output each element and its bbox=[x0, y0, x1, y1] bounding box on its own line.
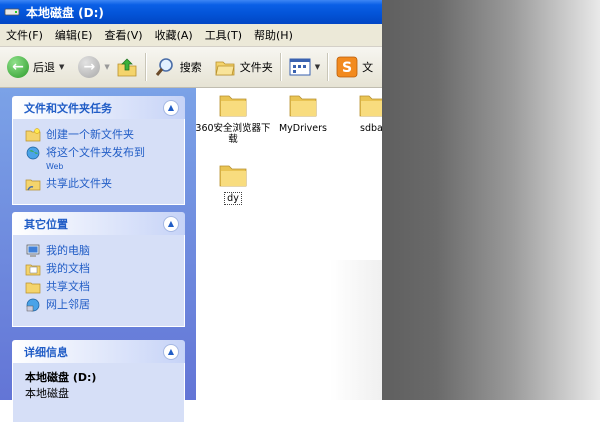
toolbar-separator bbox=[279, 53, 282, 81]
search-icon bbox=[155, 58, 173, 76]
task-sublabel: Web bbox=[46, 162, 64, 171]
folder-icon bbox=[219, 95, 247, 117]
menu-view[interactable]: 查看(V) bbox=[98, 27, 148, 43]
details-panel: 详细信息 ▲ 本地磁盘 (D:) 本地磁盘 bbox=[12, 340, 185, 423]
share-folder-icon bbox=[25, 179, 41, 191]
place-label: 共享文档 bbox=[46, 280, 90, 293]
menu-tools[interactable]: 工具(T) bbox=[199, 27, 248, 43]
other-places-body: 我的电脑 我的文档 共享文档 网上邻居 bbox=[12, 235, 185, 327]
place-network-places[interactable]: 网上邻居 bbox=[25, 298, 176, 312]
folder-item[interactable]: MyDrivers bbox=[263, 92, 343, 134]
toolbar: ← 后退 ▼ → ▼ 搜索 文件夹 ▼ S 文 bbox=[0, 47, 382, 88]
publish-web-icon bbox=[26, 146, 40, 160]
place-my-computer[interactable]: 我的电脑 bbox=[25, 244, 176, 258]
folders-icon bbox=[215, 61, 235, 76]
folder-item[interactable]: sdba bbox=[338, 92, 382, 134]
place-label: 我的文档 bbox=[46, 262, 90, 275]
place-my-documents[interactable]: 我的文档 bbox=[25, 262, 176, 276]
app-s-icon: S bbox=[336, 56, 358, 78]
task-new-folder[interactable]: 创建一个新文件夹 bbox=[25, 128, 176, 142]
shared-documents-icon bbox=[25, 282, 41, 294]
folder-icon bbox=[219, 165, 247, 187]
other-places-panel: 其它位置 ▲ 我的电脑 我的文档 共享文档 网上邻居 bbox=[12, 212, 185, 327]
menu-favorites[interactable]: 收藏(A) bbox=[149, 27, 199, 43]
details-title: 详细信息 bbox=[24, 345, 68, 359]
search-label: 搜索 bbox=[179, 61, 202, 74]
dropdown-arrow-icon: ▼ bbox=[104, 63, 110, 71]
folder-name: dy bbox=[224, 192, 242, 205]
toolbar-separator bbox=[144, 53, 147, 81]
task-label: 共享此文件夹 bbox=[46, 177, 112, 190]
network-places-icon bbox=[26, 298, 40, 312]
folder-up-icon bbox=[117, 58, 137, 77]
collapse-chevron-icon[interactable]: ▲ bbox=[163, 215, 179, 232]
file-tasks-title: 文件和文件夹任务 bbox=[24, 101, 112, 115]
menu-help[interactable]: 帮助(H) bbox=[248, 27, 299, 43]
place-label: 我的电脑 bbox=[46, 244, 90, 257]
forward-button[interactable]: → ▼ bbox=[75, 50, 112, 84]
edge-fade bbox=[330, 260, 382, 400]
task-label: 将这个文件夹发布到 bbox=[46, 146, 145, 159]
menu-file[interactable]: 文件(F) bbox=[0, 27, 49, 43]
collapse-chevron-icon[interactable]: ▲ bbox=[163, 343, 179, 360]
place-label: 网上邻居 bbox=[46, 298, 90, 311]
task-publish-web[interactable]: 将这个文件夹发布到 Web bbox=[25, 146, 176, 173]
my-computer-icon bbox=[26, 244, 40, 257]
other-places-header[interactable]: 其它位置 ▲ bbox=[12, 212, 185, 235]
collapse-chevron-icon[interactable]: ▲ bbox=[163, 99, 179, 116]
partial-toolbar-button[interactable]: S 文 bbox=[333, 50, 376, 84]
folders-button[interactable]: 文件夹 bbox=[211, 50, 276, 84]
folder-icon bbox=[289, 95, 317, 117]
drive-icon bbox=[4, 8, 20, 16]
up-button[interactable] bbox=[113, 50, 141, 84]
task-pane: 文件和文件夹任务 ▲ 创建一个新文件夹 将这个文件夹发布到 Web 共享此文件夹… bbox=[0, 88, 196, 423]
file-tasks-body: 创建一个新文件夹 将这个文件夹发布到 Web 共享此文件夹 bbox=[12, 119, 185, 205]
task-label-wrap: 将这个文件夹发布到 Web bbox=[46, 146, 145, 173]
folders-label: 文件夹 bbox=[239, 61, 273, 74]
forward-arrow-icon: → bbox=[78, 56, 101, 78]
details-body: 本地磁盘 (D:) 本地磁盘 bbox=[12, 363, 185, 423]
other-places-title: 其它位置 bbox=[24, 217, 68, 231]
task-label: 创建一个新文件夹 bbox=[46, 128, 134, 141]
details-header[interactable]: 详细信息 ▲ bbox=[12, 340, 185, 363]
file-tasks-panel: 文件和文件夹任务 ▲ 创建一个新文件夹 将这个文件夹发布到 Web 共享此文件夹 bbox=[12, 96, 185, 205]
folder-item[interactable]: 360安全浏览器下载 bbox=[193, 92, 273, 145]
window-title: 本地磁盘 (D:) bbox=[26, 5, 104, 20]
folder-name: MyDrivers bbox=[278, 123, 327, 134]
folder-icon bbox=[359, 95, 382, 117]
folder-item[interactable]: dy bbox=[193, 162, 273, 205]
views-button[interactable]: ▼ bbox=[286, 50, 323, 84]
details-name: 本地磁盘 (D:) bbox=[25, 371, 97, 384]
search-button[interactable]: 搜索 bbox=[151, 50, 205, 84]
background-fade bbox=[382, 0, 600, 400]
task-share-folder[interactable]: 共享此文件夹 bbox=[25, 177, 176, 191]
new-folder-icon bbox=[25, 128, 41, 142]
folder-name: 360安全浏览器下载 bbox=[195, 123, 271, 145]
dropdown-arrow-icon: ▼ bbox=[314, 63, 321, 71]
toolbar-separator bbox=[327, 53, 330, 81]
back-label: 后退 bbox=[33, 61, 55, 74]
place-shared-documents[interactable]: 共享文档 bbox=[25, 280, 176, 294]
file-tasks-header[interactable]: 文件和文件夹任务 ▲ bbox=[12, 96, 185, 119]
partial-label: 文 bbox=[362, 61, 374, 74]
details-type: 本地磁盘 bbox=[25, 387, 69, 400]
back-arrow-icon: ← bbox=[7, 56, 29, 78]
back-button[interactable]: ← 后退 ▼ bbox=[4, 50, 67, 84]
views-icon bbox=[289, 58, 311, 76]
folder-name: sdba bbox=[360, 123, 382, 134]
menu-edit[interactable]: 编辑(E) bbox=[49, 27, 99, 43]
svg-text:S: S bbox=[342, 60, 352, 76]
my-documents-icon bbox=[25, 264, 41, 276]
dropdown-arrow-icon: ▼ bbox=[59, 63, 65, 71]
menu-bar: 文件(F) 编辑(E) 查看(V) 收藏(A) 工具(T) 帮助(H) bbox=[0, 24, 382, 47]
title-bar: 本地磁盘 (D:) bbox=[0, 0, 382, 24]
